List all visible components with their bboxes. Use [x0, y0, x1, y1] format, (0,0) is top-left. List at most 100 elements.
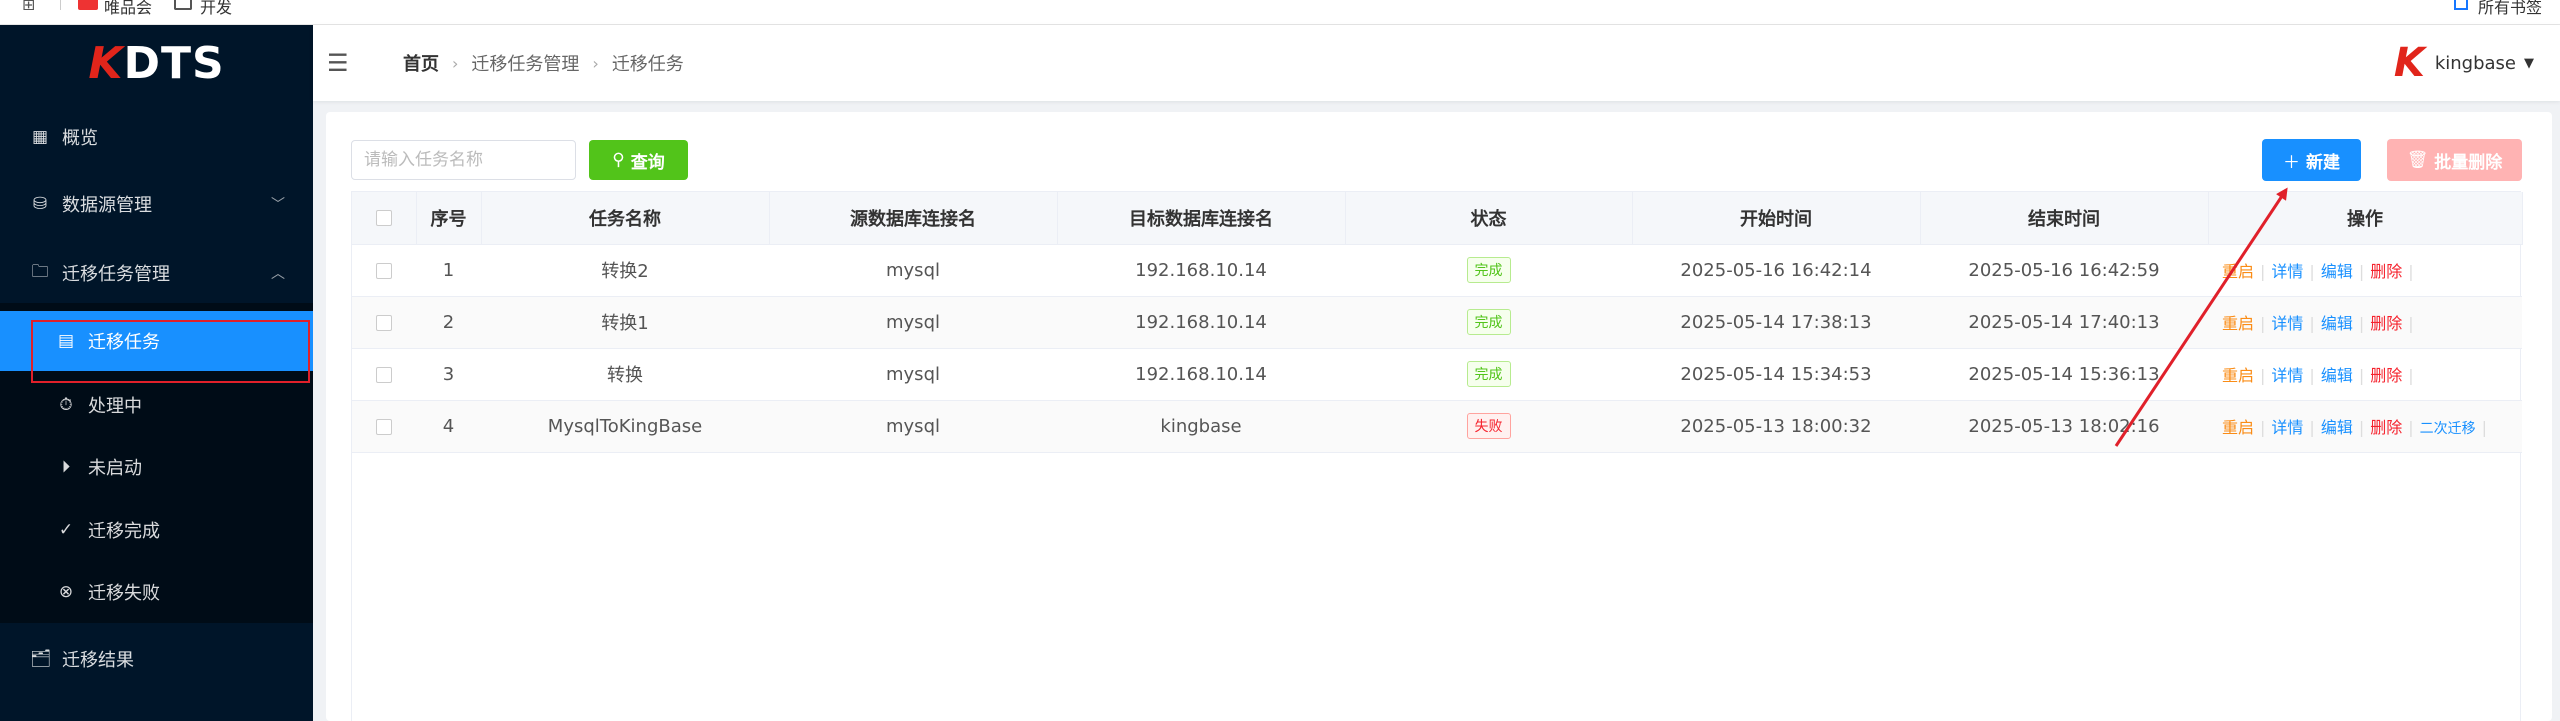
- cell-end-time: 2025-05-14 17:40:13: [1920, 296, 2208, 349]
- sidebar-item-migration-management[interactable]: 🗀 迁移任务管理 ︿: [0, 243, 313, 303]
- user-menu[interactable]: K kingbase ▼: [2394, 43, 2534, 83]
- sidebar-item-migration-results[interactable]: 🗂 迁移结果: [0, 629, 313, 689]
- cell-no: 2: [416, 296, 481, 349]
- cell-source: mysql: [769, 244, 1057, 297]
- cell-task-name: 转换1: [481, 296, 769, 349]
- select-all-checkbox-cell: [352, 192, 417, 245]
- close-circle-icon: ⊗: [58, 582, 74, 602]
- edit-link[interactable]: 编辑: [2321, 314, 2353, 333]
- restart-link[interactable]: 重启: [2222, 314, 2254, 333]
- query-button[interactable]: ⚲ 查询: [589, 140, 688, 180]
- restart-link[interactable]: 重启: [2222, 366, 2254, 385]
- row-checkbox[interactable]: [376, 262, 392, 279]
- edit-link[interactable]: 编辑: [2321, 262, 2353, 281]
- status-badge: 完成: [1466, 257, 1511, 283]
- cell-task-name: MysqlToKingBase: [481, 400, 769, 453]
- cell-source: mysql: [769, 296, 1057, 349]
- cell-end-time: 2025-05-14 15:36:13: [1920, 348, 2208, 401]
- cell-start-time: 2025-05-14 17:38:13: [1632, 296, 1920, 349]
- detail-link[interactable]: 详情: [2271, 314, 2303, 333]
- sidebar-item-label: 迁移失败: [88, 583, 160, 604]
- sidebar-item-completed[interactable]: ✓ 迁移完成: [0, 500, 313, 560]
- logo-text: DTS: [123, 37, 225, 89]
- dashboard-icon: ▦: [31, 127, 49, 147]
- sidebar-item-overview[interactable]: ▦ 概览: [0, 107, 313, 167]
- restart-link[interactable]: 重启: [2222, 418, 2254, 437]
- detail-link[interactable]: 详情: [2271, 418, 2303, 437]
- edit-link[interactable]: 编辑: [2321, 418, 2353, 437]
- database-icon: ⛁: [32, 194, 48, 214]
- sidebar-item-not-started[interactable]: ⏵ 未启动: [0, 437, 313, 497]
- cell-task-name: 转换: [481, 348, 769, 401]
- column-header: 序号: [416, 192, 482, 245]
- breadcrumb-home[interactable]: 首页: [403, 50, 439, 76]
- trash-icon: 🗑: [2406, 150, 2429, 170]
- sidebar-item-label: 迁移任务管理: [62, 264, 170, 285]
- bookmarks-bar: ⊞ 唯品会 开发 所有书签: [0, 0, 2560, 25]
- column-header: 源数据库连接名: [769, 192, 1058, 245]
- sidebar-item-failed[interactable]: ⊗ 迁移失败: [0, 562, 313, 622]
- cell-start-time: 2025-05-14 15:34:53: [1632, 348, 1920, 401]
- detail-link[interactable]: 详情: [2271, 262, 2303, 281]
- select-all-checkbox[interactable]: [375, 210, 392, 227]
- cell-target: kingbase: [1057, 400, 1345, 453]
- delete-link[interactable]: 删除: [2370, 366, 2402, 385]
- edit-link[interactable]: 编辑: [2321, 366, 2353, 385]
- delete-link[interactable]: 删除: [2370, 262, 2402, 281]
- delete-link[interactable]: 删除: [2370, 418, 2402, 437]
- batch-delete-label: 批量删除: [2434, 152, 2503, 173]
- logo-k: K: [88, 37, 124, 89]
- search-icon: ⚲: [612, 150, 625, 170]
- delete-link[interactable]: 删除: [2370, 314, 2402, 333]
- apps-grid-icon[interactable]: ⊞: [22, 0, 40, 10]
- folder-icon[interactable]: [174, 0, 192, 10]
- folder-open-icon: 🗀: [31, 261, 49, 282]
- cell-no: 4: [416, 400, 481, 453]
- column-header: 结束时间: [1920, 192, 2209, 245]
- new-task-button[interactable]: ＋ 新建: [2262, 139, 2361, 181]
- row-checkbox[interactable]: [376, 418, 392, 435]
- cell-task-name: 转换2: [481, 244, 769, 297]
- caret-down-icon[interactable]: ▼: [2524, 56, 2534, 71]
- batch-delete-button[interactable]: 🗑 批量删除: [2387, 139, 2522, 181]
- cell-actions: 重启 | 详情 | 编辑 | 删除 |: [2208, 296, 2522, 349]
- chevron-up-icon: ︿: [271, 266, 285, 282]
- sidebar-item-label: 概览: [62, 128, 98, 149]
- cell-source: mysql: [769, 348, 1057, 401]
- bookmark-vip[interactable]: 唯品会: [104, 0, 152, 18]
- second-migrate-link[interactable]: 二次迁移: [2420, 421, 2476, 437]
- detail-link[interactable]: 详情: [2271, 366, 2303, 385]
- cell-end-time: 2025-05-13 18:02:16: [1920, 400, 2208, 453]
- plus-icon: ＋: [2283, 152, 2300, 173]
- chevron-down-icon: ﹀: [271, 197, 285, 213]
- vip-bookmark-icon[interactable]: [78, 0, 98, 10]
- sidebar-item-label: 数据源管理: [62, 195, 152, 216]
- row-checkbox[interactable]: [376, 314, 392, 331]
- app-logo[interactable]: KDTS: [0, 25, 313, 101]
- play-circle-icon: ⏵: [61, 457, 71, 477]
- bookmark-dev[interactable]: 开发: [200, 0, 232, 18]
- breadcrumb: 首页 › 迁移任务管理 › 迁移任务: [403, 50, 684, 76]
- row-checkbox[interactable]: [376, 366, 392, 383]
- new-button-label: 新建: [2306, 152, 2340, 173]
- status-badge: 完成: [1466, 361, 1511, 387]
- task-name-search-input[interactable]: [351, 140, 576, 180]
- cell-end-time: 2025-05-16 16:42:59: [1920, 244, 2208, 297]
- bookmarks-folder-icon[interactable]: [2454, 0, 2468, 10]
- cell-start-time: 2025-05-13 18:00:32: [1632, 400, 1920, 453]
- annotation-highlight-box: [31, 320, 310, 383]
- sidebar-item-processing[interactable]: ⏱ 处理中: [0, 375, 313, 435]
- sidebar-item-datasource[interactable]: ⛁ 数据源管理 ﹀: [0, 174, 313, 234]
- menu-fold-icon[interactable]: ☰: [327, 49, 349, 77]
- column-header: 操作: [2208, 192, 2523, 245]
- sidebar-item-label: 迁移结果: [62, 650, 134, 671]
- restart-link[interactable]: 重启: [2222, 262, 2254, 281]
- breadcrumb-current: 迁移任务: [611, 54, 684, 75]
- cell-no: 3: [416, 348, 481, 401]
- cell-actions: 重启 | 详情 | 编辑 | 删除 |: [2208, 244, 2522, 297]
- column-header: 任务名称: [481, 192, 770, 245]
- all-bookmarks[interactable]: 所有书签: [2478, 0, 2542, 18]
- user-name[interactable]: kingbase: [2435, 53, 2516, 74]
- breadcrumb-migration-management[interactable]: 迁移任务管理: [471, 50, 579, 76]
- bookmark-separator: [60, 0, 61, 10]
